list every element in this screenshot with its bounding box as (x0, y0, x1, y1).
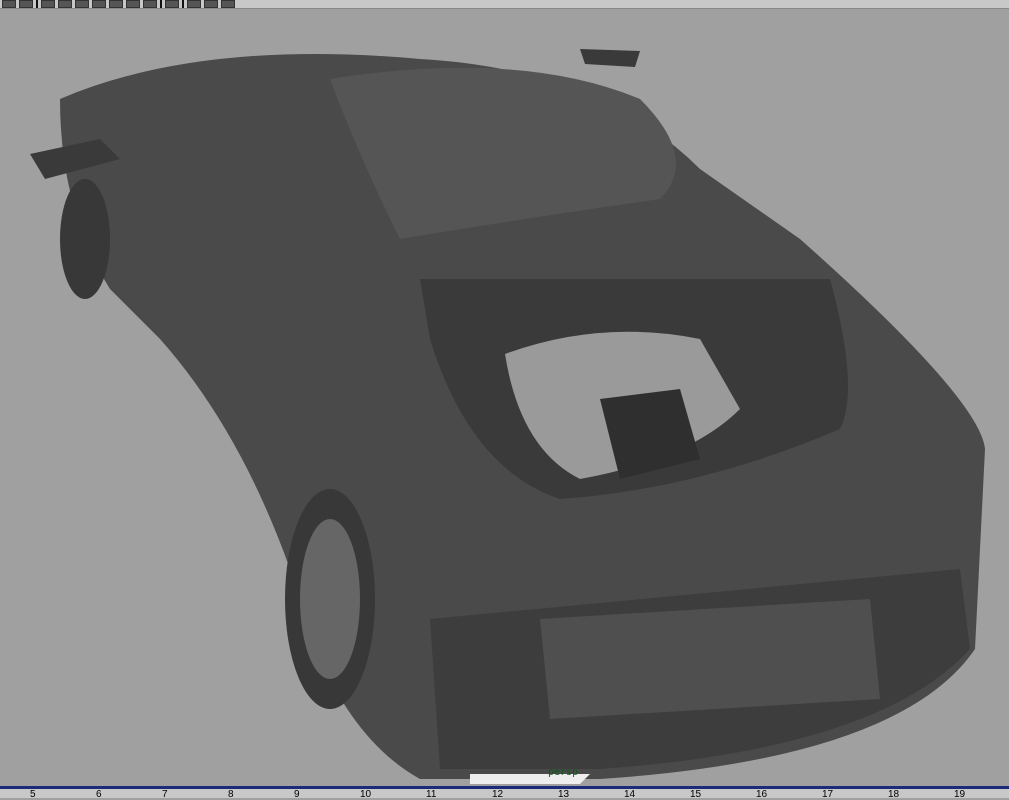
display-icon[interactable] (19, 0, 33, 8)
smooth-shade-icon[interactable] (58, 0, 72, 8)
camera-icon[interactable] (187, 0, 201, 8)
timeline-tick: 9 (294, 789, 300, 800)
timeline-tick: 12 (492, 789, 504, 800)
timeline-tick: 7 (162, 789, 168, 800)
axis-icon[interactable] (165, 0, 179, 8)
car-model (30, 49, 985, 784)
flat-shade-icon[interactable] (75, 0, 89, 8)
timeline-tick: 10 (360, 789, 372, 800)
camera-label: persp (548, 767, 579, 778)
light-icon[interactable] (109, 0, 123, 8)
timeline-tick: 11 (426, 789, 437, 800)
material-icon[interactable] (143, 0, 157, 8)
timeline-tick: 8 (228, 789, 234, 800)
timeline-tick: 5 (30, 789, 36, 800)
wireframe-icon[interactable] (41, 0, 55, 8)
shelf-separator (36, 0, 38, 8)
timeline-tick: 18 (888, 789, 900, 800)
texture-icon[interactable] (92, 0, 106, 8)
3d-viewport[interactable] (0, 9, 1009, 785)
timeline-tick: 15 (690, 789, 702, 800)
ambient-light-icon[interactable] (126, 0, 140, 8)
shelf-toolbar (0, 0, 1009, 9)
timeline-tick: 19 (954, 789, 966, 800)
timeline-tick: 6 (96, 789, 102, 800)
time-slider[interactable]: 5 6 7 8 9 10 11 12 13 14 15 16 17 18 19 (0, 786, 1009, 800)
timeline-tick: 17 (822, 789, 834, 800)
film-gate-icon[interactable] (204, 0, 218, 8)
timeline-tick: 14 (624, 789, 636, 800)
render-icon[interactable] (2, 0, 16, 8)
shelf-separator (182, 0, 184, 8)
shelf-separator (160, 0, 162, 8)
timeline-tick: 13 (558, 789, 570, 800)
timeline-tick: 16 (756, 789, 768, 800)
resolution-gate-icon[interactable] (221, 0, 235, 8)
